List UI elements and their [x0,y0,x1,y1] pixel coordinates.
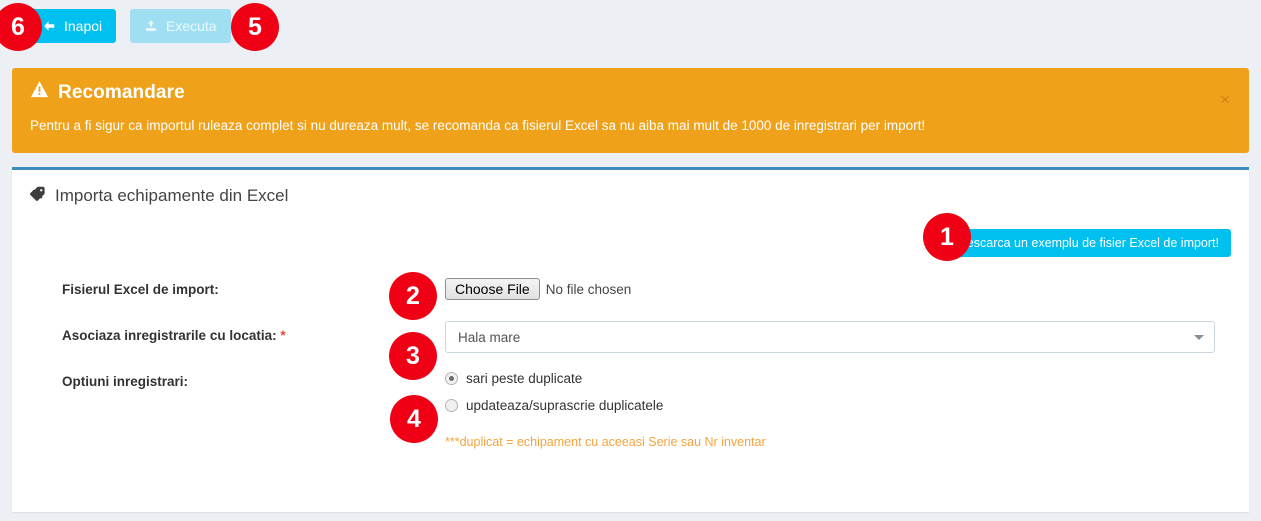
radio-skip-duplicates[interactable]: sari peste duplicate [445,367,1227,389]
callout-badge-2: 2 [389,272,437,320]
alert-title: Recomandare [58,81,185,103]
callout-badge-3: 3 [389,332,437,380]
execute-button[interactable]: Executa [130,9,231,43]
radio-overwrite-duplicates-label: updateaza/suprascrie duplicatele [466,397,664,413]
download-sample-row: Descarca un exemplu de fisier Excel de i… [30,212,1231,257]
choose-file-button[interactable]: Choose File [445,278,540,300]
location-select[interactable]: Hala mare [445,321,1215,353]
recommendation-alert: Recomandare Pentru a fi sigur ca importu… [12,68,1249,153]
radio-overwrite-duplicates[interactable]: updateaza/suprascrie duplicatele [445,394,1227,416]
callout-badge-5: 5 [231,3,279,51]
location-control: Hala mare [445,321,1231,353]
callout-badge-4: 4 [390,395,438,443]
page-title: Importa echipamente din Excel [55,186,289,205]
callout-badge-1: 1 [923,213,971,261]
file-row: Fisierul Excel de import: Choose File No… [30,275,1231,321]
arrow-left-icon [42,19,56,33]
alert-message: Pentru a fi sigur ca importul ruleaza co… [30,118,926,133]
import-equipment-page: Inapoi Executa Recomandare Pentru a fi s… [0,0,1261,521]
chevron-down-icon [1194,335,1204,340]
import-form: Fisierul Excel de import: Choose File No… [30,275,1231,449]
options-control: sari peste duplicate updateaza/suprascri… [445,367,1231,449]
location-select-value: Hala mare [458,329,521,345]
radio-skip-duplicates-indicator[interactable] [445,371,458,385]
upload-icon [144,19,158,33]
options-row: Optiuni inregistrari: sari peste duplica… [30,367,1231,450]
panel-body: Descarca un exemplu de fisier Excel de i… [12,212,1249,449]
options-label: Optiuni inregistrari: [62,374,189,389]
warning-triangle-icon [30,80,49,105]
location-row: Asociaza inregistrarile cu locatia: * Ha… [30,321,1231,367]
location-label-text: Asociaza inregistrarile cu locatia: [62,328,277,343]
file-control: Choose File No file chosen [445,275,1231,300]
top-toolbar: Inapoi Executa [0,0,1261,54]
required-marker: * [280,328,286,343]
panel-header: Importa echipamente din Excel [12,170,1249,212]
location-label: Asociaza inregistrarile cu locatia: * [30,321,445,343]
back-button-label: Inapoi [64,18,103,34]
download-sample-button[interactable]: Descarca un exemplu de fisier Excel de i… [945,229,1231,257]
tag-icon [29,186,46,207]
file-status-text: No file chosen [545,281,632,297]
alert-heading: Recomandare [30,80,1231,105]
file-input[interactable]: Choose File No file chosen [445,275,1227,300]
execute-button-label: Executa [166,18,217,34]
radio-overwrite-duplicates-indicator[interactable] [445,398,458,412]
duplicate-hint: ***duplicat = echipament cu aceeasi Seri… [445,435,766,449]
import-panel: Importa echipamente din Excel Descarca u… [12,167,1249,512]
file-label: Fisierul Excel de import: [62,282,219,297]
radio-skip-duplicates-label: sari peste duplicate [466,370,583,386]
alert-close-icon[interactable]: × [1216,89,1234,110]
